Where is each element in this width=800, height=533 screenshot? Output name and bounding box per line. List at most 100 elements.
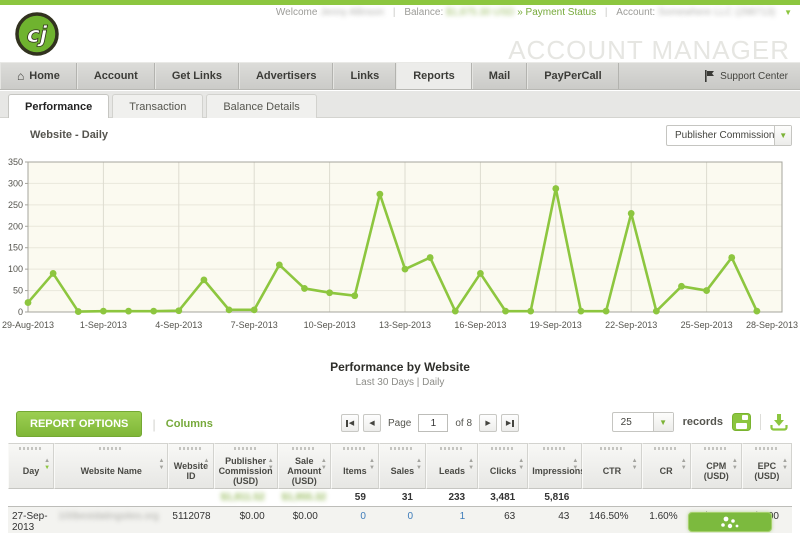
chart-x-tick-label: 16-Sep-2013 bbox=[454, 320, 506, 330]
payment-status-link[interactable]: » Payment Status bbox=[517, 7, 596, 18]
totals-cell-day bbox=[8, 489, 54, 507]
cell-sales[interactable]: 0 bbox=[379, 507, 426, 533]
account-dropdown-icon[interactable]: ▼ bbox=[784, 8, 792, 17]
column-drag-handle[interactable] bbox=[390, 447, 414, 450]
chart-data-point bbox=[502, 308, 509, 315]
column-drag-handle[interactable] bbox=[491, 447, 515, 450]
subtab-balance-details[interactable]: Balance Details bbox=[206, 94, 316, 118]
chart-data-point bbox=[452, 308, 459, 315]
sort-arrows[interactable]: ▲▼ bbox=[321, 458, 327, 472]
nav-tab-paypercall[interactable]: PayPerCall bbox=[527, 63, 618, 89]
column-header-cr[interactable]: CR▲▼ bbox=[642, 443, 691, 489]
column-header-clicks[interactable]: Clicks▲▼ bbox=[478, 443, 528, 489]
column-drag-handle[interactable] bbox=[543, 447, 567, 450]
column-header-website-id[interactable]: Website ID▲▼ bbox=[168, 443, 213, 489]
column-drag-handle[interactable] bbox=[234, 447, 258, 450]
column-drag-handle[interactable] bbox=[440, 447, 464, 450]
column-drag-handle[interactable] bbox=[99, 447, 123, 450]
column-drag-handle[interactable] bbox=[600, 447, 624, 450]
column-header-impressions[interactable]: Impressions▲▼ bbox=[528, 443, 582, 489]
column-drag-handle[interactable] bbox=[654, 447, 678, 450]
next-page-button[interactable]: ▶ bbox=[479, 414, 497, 432]
column-header-label: Sales bbox=[391, 466, 415, 476]
column-drag-handle[interactable] bbox=[343, 447, 367, 450]
sort-arrows[interactable]: ▲▼ bbox=[468, 458, 474, 472]
chart-x-tick-label: 1-Sep-2013 bbox=[80, 320, 127, 330]
chart-data-point bbox=[653, 308, 660, 315]
report-options-button[interactable]: REPORT OPTIONS bbox=[16, 411, 142, 437]
nav-tab-account[interactable]: Account bbox=[77, 63, 155, 89]
column-header-website-name[interactable]: Website Name▲▼ bbox=[54, 443, 168, 489]
sort-arrows[interactable]: ▲▼ bbox=[518, 458, 524, 472]
columns-link[interactable]: Columns bbox=[166, 418, 213, 430]
column-drag-handle[interactable] bbox=[19, 447, 43, 450]
column-header-epc-usd[interactable]: EPC (USD)▲▼ bbox=[742, 443, 792, 489]
cell-website_name[interactable]: 100bestdatingsites.org bbox=[54, 507, 168, 533]
chart-title: Performance by Website bbox=[0, 360, 800, 374]
nav-tab-label: Advertisers bbox=[256, 70, 317, 82]
sort-arrows[interactable]: ▲▼ bbox=[732, 458, 738, 472]
nav-tab-home[interactable]: ⌂Home bbox=[0, 63, 77, 89]
sort-arrows[interactable]: ▲▼ bbox=[632, 458, 638, 472]
page-number-input[interactable] bbox=[418, 414, 448, 432]
chart-x-tick-label: 19-Sep-2013 bbox=[530, 320, 582, 330]
subtab-transaction[interactable]: Transaction bbox=[112, 94, 203, 118]
account-status-bar: Welcome Jenny Allinson | Balance: $1,875… bbox=[276, 7, 792, 18]
pagination: ◀ ◀ Page of 8 ▶ ▶ bbox=[341, 414, 519, 432]
chart-data-point bbox=[603, 308, 610, 315]
nav-tab-label: Get Links bbox=[172, 70, 222, 82]
column-header-publisher-commission-usd[interactable]: Publisher Commission (USD)▲▼ bbox=[214, 443, 278, 489]
support-center[interactable]: Support Center bbox=[692, 63, 800, 89]
cell-leads[interactable]: 1 bbox=[426, 507, 478, 533]
nav-tab-mail[interactable]: Mail bbox=[472, 63, 527, 89]
sort-arrows[interactable]: ▲▼ bbox=[416, 458, 422, 472]
report-toolbar: REPORT OPTIONS | Columns ◀ ◀ Page of 8 ▶… bbox=[0, 404, 800, 440]
save-report-button[interactable] bbox=[732, 413, 751, 431]
nav-tab-advertisers[interactable]: Advertisers bbox=[239, 63, 334, 89]
column-header-ctr[interactable]: CTR▲▼ bbox=[582, 443, 641, 489]
nav-tab-reports[interactable]: Reports bbox=[396, 63, 472, 89]
sort-arrows[interactable]: ▲▼ bbox=[44, 458, 50, 472]
last-page-button[interactable]: ▶ bbox=[501, 414, 519, 432]
column-header-cpm-usd[interactable]: CPM (USD)▲▼ bbox=[691, 443, 742, 489]
column-drag-handle[interactable] bbox=[292, 447, 316, 450]
sort-arrows[interactable]: ▲▼ bbox=[572, 458, 578, 472]
download-report-button[interactable] bbox=[770, 413, 788, 431]
cj-logo[interactable]: cj bbox=[14, 11, 60, 57]
main-nav-tabs: ⌂HomeAccount Get Links Advertisers LinksRep… bbox=[0, 63, 619, 89]
totals-cell-website_id bbox=[168, 489, 213, 507]
cell-items[interactable]: 0 bbox=[331, 507, 379, 533]
chart-data-point bbox=[427, 254, 434, 261]
nav-tab-links[interactable]: Links bbox=[333, 63, 396, 89]
column-header-day[interactable]: Day▲▼ bbox=[8, 443, 54, 489]
column-header-sale-amount-usd[interactable]: Sale Amount (USD)▲▼ bbox=[278, 443, 331, 489]
subtab-performance[interactable]: Performance bbox=[8, 94, 109, 118]
welcome-label: Welcome bbox=[276, 7, 318, 18]
sort-arrows[interactable]: ▲▼ bbox=[204, 458, 210, 472]
column-drag-handle[interactable] bbox=[704, 447, 728, 450]
chart-svg: 05010015020025030035029-Aug-20131-Sep-20… bbox=[0, 156, 800, 338]
records-per-page-select[interactable]: 25 ▼ bbox=[612, 412, 674, 432]
sort-arrows[interactable]: ▲▼ bbox=[268, 458, 274, 472]
column-header-items[interactable]: Items▲▼ bbox=[331, 443, 379, 489]
sort-arrows[interactable]: ▲▼ bbox=[681, 458, 687, 472]
totals-cell-ctr bbox=[582, 489, 641, 507]
chart-x-tick-label: 25-Sep-2013 bbox=[681, 320, 733, 330]
chart-data-point bbox=[728, 254, 735, 261]
prev-page-button[interactable]: ◀ bbox=[363, 414, 381, 432]
chart-y-tick-label: 100 bbox=[8, 264, 23, 274]
nav-tab-get-links[interactable]: Get Links bbox=[155, 63, 239, 89]
column-header-sales[interactable]: Sales▲▼ bbox=[379, 443, 426, 489]
chart-data-point bbox=[402, 266, 409, 273]
first-page-button[interactable]: ◀ bbox=[341, 414, 359, 432]
sort-arrows[interactable]: ▲▼ bbox=[782, 458, 788, 472]
column-drag-handle[interactable] bbox=[179, 447, 203, 450]
column-drag-handle[interactable] bbox=[755, 447, 779, 450]
column-header-leads[interactable]: Leads▲▼ bbox=[426, 443, 478, 489]
metric-select[interactable]: Publisher Commission ▼ bbox=[666, 125, 792, 146]
chart-data-point bbox=[351, 292, 358, 299]
column-header-label: Items bbox=[343, 466, 367, 476]
sort-arrows[interactable]: ▲▼ bbox=[369, 458, 375, 472]
sort-arrows[interactable]: ▲▼ bbox=[158, 458, 164, 472]
chart-y-tick-label: 50 bbox=[13, 286, 23, 296]
